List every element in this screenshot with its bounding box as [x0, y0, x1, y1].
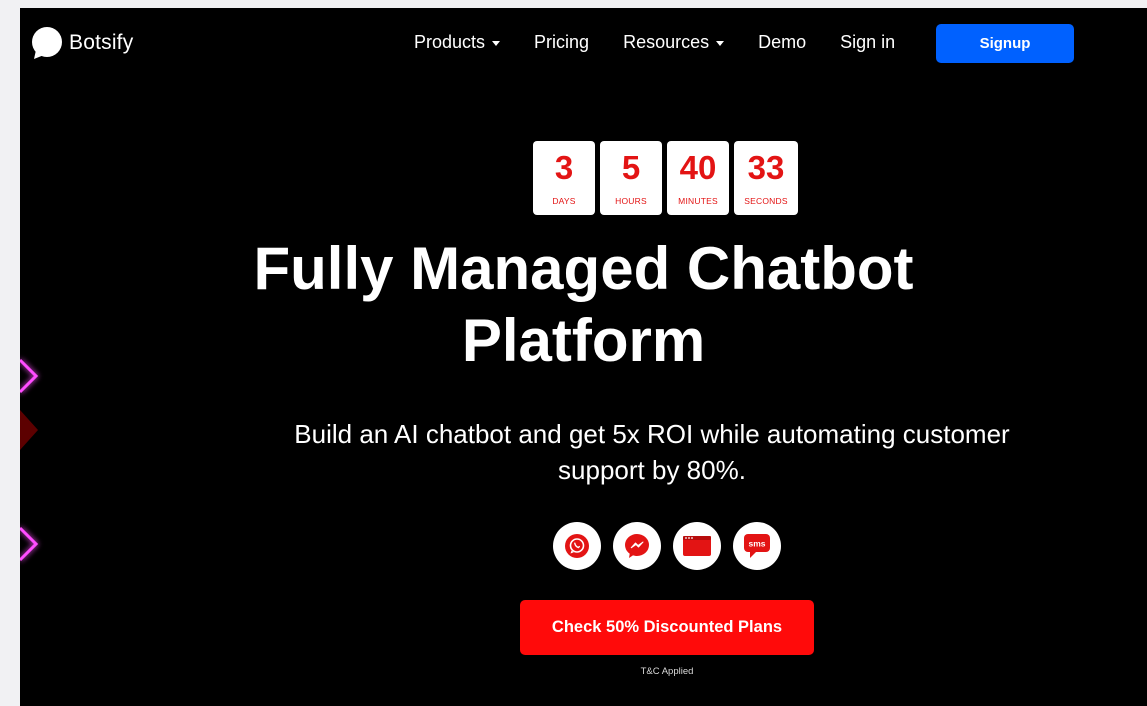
countdown-label: MINUTES: [678, 196, 718, 206]
page-gutter-left: [0, 0, 20, 140]
subtitle-line-1: Build an AI chatbot and get 5x ROI while…: [294, 419, 1010, 449]
nav-item-label: Demo: [758, 32, 807, 52]
messenger-icon[interactable]: [613, 522, 661, 570]
chat-bubble-logo-icon: [30, 26, 64, 60]
subtitle-line-2: support by 80%.: [558, 455, 746, 485]
nav-item-label: Pricing: [534, 32, 590, 52]
title-line-1: Fully Managed Chatbot: [253, 235, 914, 302]
sms-icon[interactable]: sms: [733, 522, 781, 570]
countdown-value: 40: [679, 149, 717, 186]
page-gutter-top: [0, 0, 416, 8]
nav-item-products[interactable]: Products: [414, 32, 501, 53]
nav-item-label: Resources: [623, 32, 710, 52]
countdown-value: 5: [621, 149, 641, 186]
countdown-timer: 3 DAYS 5 HOURS 40 MINUTES 33 SECONDS: [533, 141, 803, 215]
hero-subtitle: Build an AI chatbot and get 5x ROI while…: [242, 416, 1062, 488]
countdown-value: 33: [747, 149, 785, 186]
page-title: Fully Managed Chatbot Platform: [20, 233, 1147, 377]
discounted-plans-button[interactable]: Check 50% Discounted Plans: [520, 600, 814, 655]
countdown-label: DAYS: [552, 196, 576, 206]
countdown-minutes: 40 MINUTES: [667, 141, 729, 215]
terms-note: T&C Applied: [640, 666, 694, 677]
caret-down-icon: [492, 41, 501, 46]
nav-item-label: Products: [414, 32, 486, 52]
caret-down-icon: [716, 41, 725, 46]
countdown-label: HOURS: [615, 196, 647, 206]
channel-icons: sms: [553, 522, 793, 570]
nav-item-resources[interactable]: Resources: [623, 32, 725, 53]
nav-item-demo[interactable]: Demo: [758, 32, 806, 53]
nav-item-label: Sign in: [840, 32, 896, 52]
countdown-days: 3 DAYS: [533, 141, 595, 215]
countdown-label: SECONDS: [744, 196, 788, 206]
botsify-logo[interactable]: Botsify: [30, 26, 133, 60]
brand-name: Botsify: [69, 31, 134, 54]
whatsapp-icon[interactable]: [553, 522, 601, 570]
title-line-2: Platform: [461, 307, 706, 374]
neon-arrow-decoration: [20, 358, 39, 562]
web-widget-icon[interactable]: [673, 522, 721, 570]
sms-label: sms: [748, 539, 765, 549]
hero-section: Botsify Products Pricing Resources Demo …: [20, 8, 1147, 706]
countdown-value: 3: [554, 149, 574, 186]
countdown-hours: 5 HOURS: [600, 141, 662, 215]
countdown-seconds: 33 SECONDS: [734, 141, 798, 215]
nav-item-sign-in[interactable]: Sign in: [840, 32, 895, 53]
signup-button[interactable]: Signup: [936, 24, 1074, 63]
nav-item-pricing[interactable]: Pricing: [534, 32, 589, 53]
main-nav: Products Pricing Resources Demo Sign in: [414, 32, 929, 53]
